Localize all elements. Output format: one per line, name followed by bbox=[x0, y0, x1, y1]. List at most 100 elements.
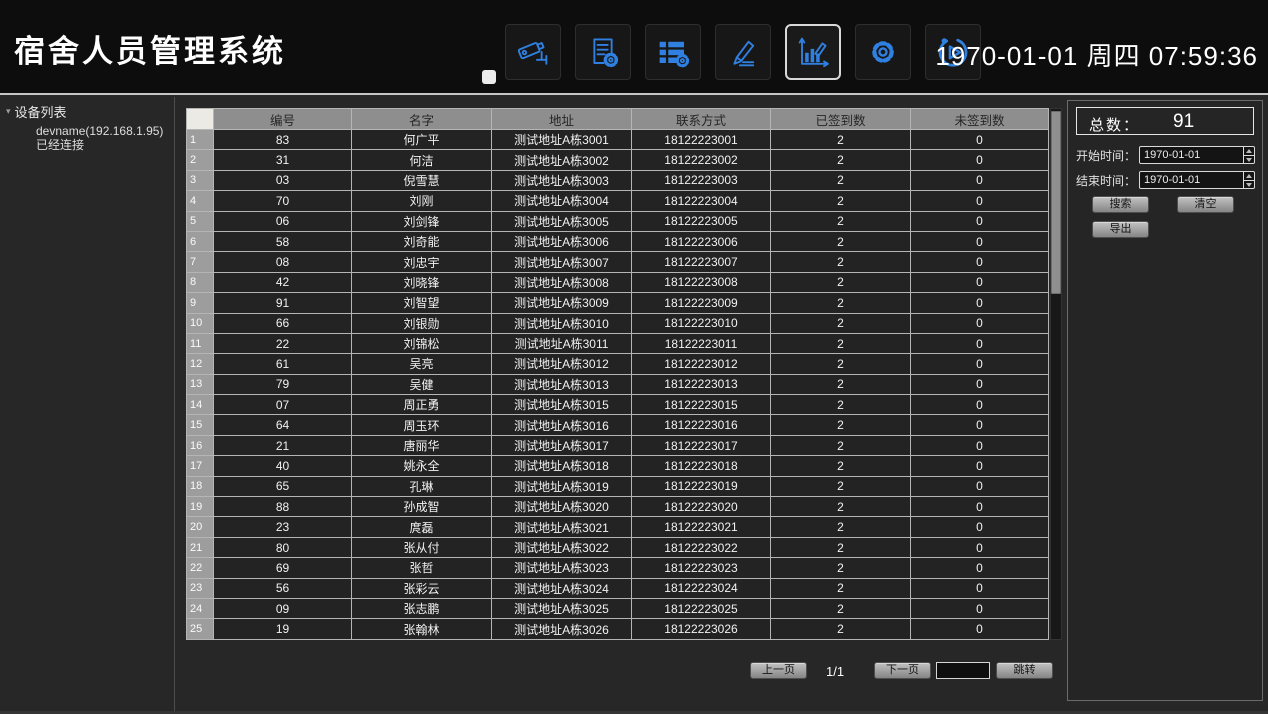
table-cell: 刘奇能 bbox=[352, 231, 492, 251]
prev-page-button[interactable]: 上一页 bbox=[750, 662, 807, 679]
table-cell: 56 bbox=[214, 578, 352, 598]
table-row[interactable]: 1740姚永全测试地址A栋30181812222301820 bbox=[187, 456, 1049, 476]
table-row[interactable]: 842刘晓锋测试地址A栋30081812222300820 bbox=[187, 272, 1049, 292]
table-row[interactable]: 1564周玉环测试地址A栋30161812222301620 bbox=[187, 415, 1049, 435]
attendance-table: 编号名字地址联系方式已签到数未签到数 183何广平测试地址A栋300118122… bbox=[186, 108, 1049, 640]
table-cell: 2 bbox=[771, 558, 911, 578]
table-cell: 66 bbox=[214, 313, 352, 333]
table-cell: 测试地址A栋3023 bbox=[492, 558, 632, 578]
table-row[interactable]: 1066刘银勋测试地址A栋30101812222301020 bbox=[187, 313, 1049, 333]
table-row[interactable]: 708刘忠宇测试地址A栋30071812222300720 bbox=[187, 252, 1049, 272]
scrollbar-thumb[interactable] bbox=[1051, 111, 1061, 294]
next-page-button[interactable]: 下一页 bbox=[874, 662, 931, 679]
column-header[interactable]: 联系方式 bbox=[632, 109, 771, 130]
table-cell: 测试地址A栋3019 bbox=[492, 476, 632, 496]
table-row[interactable]: 506刘剑锋测试地址A栋30051812222300520 bbox=[187, 211, 1049, 231]
start-date-input[interactable] bbox=[1140, 147, 1240, 163]
table-row[interactable]: 2023庹磊测试地址A栋30211812222302120 bbox=[187, 517, 1049, 537]
settings-gear-icon[interactable] bbox=[855, 24, 911, 80]
table-row[interactable]: 2409张志鹏测试地址A栋30251812222302520 bbox=[187, 598, 1049, 618]
row-number-cell: 21 bbox=[187, 537, 214, 557]
row-number-cell: 20 bbox=[187, 517, 214, 537]
spin-up-icon[interactable] bbox=[1244, 172, 1254, 181]
table-cell: 何洁 bbox=[352, 150, 492, 170]
table-cell: 测试地址A栋3012 bbox=[492, 354, 632, 374]
table-row[interactable]: 658刘奇能测试地址A栋30061812222300620 bbox=[187, 231, 1049, 251]
column-header[interactable]: 地址 bbox=[492, 109, 632, 130]
device-list-item[interactable]: devname(192.168.1.95) 已经连接 bbox=[0, 121, 174, 152]
table-row[interactable]: 183何广平测试地址A栋30011812222300120 bbox=[187, 130, 1049, 150]
table-cell: 刘剑锋 bbox=[352, 211, 492, 231]
table-cell: 0 bbox=[911, 598, 1049, 618]
register-edit-icon[interactable] bbox=[715, 24, 771, 80]
jump-button[interactable]: 跳转 bbox=[996, 662, 1053, 679]
spin-up-icon[interactable] bbox=[1244, 147, 1254, 156]
table-row[interactable]: 231何洁测试地址A栋30021812222300220 bbox=[187, 150, 1049, 170]
table-cell: 0 bbox=[911, 395, 1049, 415]
table-cell: 张志鹏 bbox=[352, 598, 492, 618]
spin-down-icon[interactable] bbox=[1244, 181, 1254, 189]
table-cell: 2 bbox=[771, 211, 911, 231]
table-row[interactable]: 2356张彩云测试地址A栋30241812222302420 bbox=[187, 578, 1049, 598]
table-row[interactable]: 1407周正勇测试地址A栋30151812222301520 bbox=[187, 395, 1049, 415]
column-header[interactable]: 编号 bbox=[214, 109, 352, 130]
table-cell: 18122223025 bbox=[632, 598, 771, 618]
table-row[interactable]: 1865孔琳测试地址A栋30191812222301920 bbox=[187, 476, 1049, 496]
statistics-chart-icon[interactable] bbox=[785, 24, 841, 80]
column-header[interactable]: 已签到数 bbox=[771, 109, 911, 130]
row-number-cell: 14 bbox=[187, 395, 214, 415]
export-button[interactable]: 导出 bbox=[1092, 221, 1149, 238]
device-name: devname(192.168.1.95) bbox=[36, 124, 174, 138]
table-cell: 2 bbox=[771, 435, 911, 455]
table-row[interactable]: 1261吴亮测试地址A栋30121812222301220 bbox=[187, 354, 1049, 374]
table-cell: 19 bbox=[214, 619, 352, 639]
table-cell: 吴健 bbox=[352, 374, 492, 394]
row-number-cell: 16 bbox=[187, 435, 214, 455]
top-bar: 宿舍人员管理系统 bbox=[0, 0, 1268, 95]
table-cell: 刘刚 bbox=[352, 191, 492, 211]
table-row[interactable]: 1621唐丽华测试地址A栋30171812222301720 bbox=[187, 435, 1049, 455]
row-number-cell: 15 bbox=[187, 415, 214, 435]
search-button[interactable]: 搜索 bbox=[1092, 196, 1149, 213]
start-time-label: 开始时间： bbox=[1076, 147, 1136, 165]
clear-button[interactable]: 清空 bbox=[1177, 196, 1234, 213]
table-cell: 65 bbox=[214, 476, 352, 496]
table-cell: 0 bbox=[911, 435, 1049, 455]
table-cell: 18122223009 bbox=[632, 293, 771, 313]
table-cell: 张翰林 bbox=[352, 619, 492, 639]
end-date-input[interactable] bbox=[1140, 172, 1240, 188]
record-document-icon[interactable] bbox=[575, 24, 631, 80]
camera-icon[interactable] bbox=[505, 24, 561, 80]
page-jump-input[interactable] bbox=[936, 662, 990, 679]
column-header[interactable]: 未签到数 bbox=[911, 109, 1049, 130]
table-cell: 2 bbox=[771, 517, 911, 537]
table-row[interactable]: 1122刘锦松测试地址A栋30111812222301120 bbox=[187, 333, 1049, 353]
table-cell: 06 bbox=[214, 211, 352, 231]
table-row[interactable]: 1379吴健测试地址A栋30131812222301320 bbox=[187, 374, 1049, 394]
table-row[interactable]: 2519张翰林测试地址A栋30261812222302620 bbox=[187, 619, 1049, 639]
spin-down-icon[interactable] bbox=[1244, 156, 1254, 164]
table-cell: 倪雪慧 bbox=[352, 170, 492, 190]
table-cell: 0 bbox=[911, 497, 1049, 517]
table-scrollbar[interactable] bbox=[1050, 108, 1062, 640]
table-row[interactable]: 991刘智望测试地址A栋30091812222300920 bbox=[187, 293, 1049, 313]
table-cell: 58 bbox=[214, 231, 352, 251]
table-row[interactable]: 1988孙成智测试地址A栋30201812222302020 bbox=[187, 497, 1049, 517]
table-cell: 测试地址A栋3003 bbox=[492, 170, 632, 190]
table-row[interactable]: 2269张哲测试地址A栋30231812222302320 bbox=[187, 558, 1049, 578]
table-cell: 0 bbox=[911, 150, 1049, 170]
table-cell: 2 bbox=[771, 497, 911, 517]
device-tree-toggle[interactable]: ▾ 设备列表 bbox=[0, 97, 174, 121]
column-header[interactable]: 名字 bbox=[352, 109, 492, 130]
table-cell: 2 bbox=[771, 191, 911, 211]
table-cell: 测试地址A栋3026 bbox=[492, 619, 632, 639]
table-cell: 0 bbox=[911, 537, 1049, 557]
data-table-icon[interactable] bbox=[645, 24, 701, 80]
total-value: 91 bbox=[1173, 111, 1194, 133]
table-row[interactable]: 470刘刚测试地址A栋30041812222300420 bbox=[187, 191, 1049, 211]
table-row[interactable]: 2180张从付测试地址A栋30221812222302220 bbox=[187, 537, 1049, 557]
datetime-display: 1970-01-01 周四 07:59:36 bbox=[935, 36, 1258, 73]
table-cell: 0 bbox=[911, 619, 1049, 639]
table-row[interactable]: 303倪雪慧测试地址A栋30031812222300320 bbox=[187, 170, 1049, 190]
collapse-arrow-icon: ▾ bbox=[6, 106, 11, 117]
